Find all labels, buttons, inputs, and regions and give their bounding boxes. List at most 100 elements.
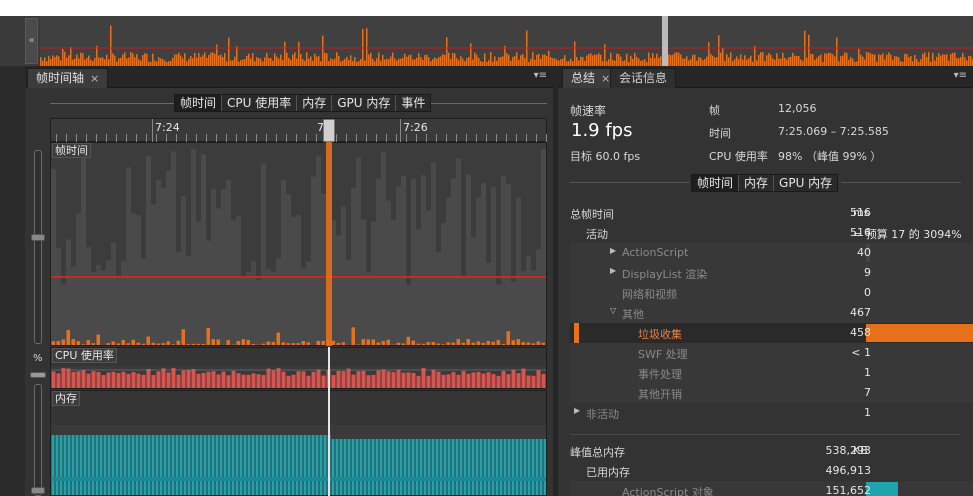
- memory-bar: [203, 435, 207, 495]
- playhead-handle[interactable]: [323, 119, 335, 142]
- summary-row[interactable]: 总帧时间 516 ms: [570, 203, 973, 223]
- time-label: 时间: [709, 127, 731, 140]
- overview-bar: [144, 53, 146, 66]
- summary-row[interactable]: ▶ ActionScript 40: [570, 243, 973, 263]
- frame-zoom-slider[interactable]: [34, 150, 42, 344]
- summary-tab-frametime[interactable]: 帧时间: [692, 175, 740, 191]
- summary-row[interactable]: 峰值总内存 538,293 KB: [570, 441, 973, 461]
- memory-bar: [63, 435, 67, 495]
- panel-menu-icon[interactable]: ▾≡: [534, 70, 547, 81]
- close-icon[interactable]: ×: [90, 72, 99, 85]
- frame-background-bar: [426, 210, 431, 345]
- overview-bar: [444, 54, 446, 66]
- ruler-minor-tick: [146, 134, 147, 142]
- memory-bar: [343, 439, 347, 495]
- frame-time-bar: [446, 342, 450, 345]
- tab-frame-timeline[interactable]: 帧时间轴 ×: [27, 68, 109, 88]
- memory-chart: [51, 391, 546, 495]
- summary-row[interactable]: 网络和视频 0: [570, 283, 973, 303]
- overview-bar: [318, 55, 320, 66]
- summary-row[interactable]: 活动 516 = 预算 17 的 3094%: [570, 223, 973, 243]
- overview-bar: [184, 53, 186, 66]
- overview-bar: [324, 52, 326, 66]
- cpu-chart: [51, 348, 546, 388]
- overview-bar: [118, 58, 120, 66]
- summary-row[interactable]: ▶ DisplayList 渲染 9: [570, 263, 973, 283]
- view-tab-events[interactable]: 事件: [396, 95, 430, 111]
- cpu-scale-thumb[interactable]: [30, 372, 46, 378]
- summary-tab-memory[interactable]: 内存: [739, 175, 775, 191]
- frame-background-bar: [231, 220, 236, 345]
- overview-track[interactable]: [40, 16, 973, 66]
- frame-background-bar: [466, 174, 471, 345]
- memory-zoom-slider-thumb[interactable]: [31, 487, 45, 494]
- memory-bar: [535, 439, 539, 495]
- overview-bar: [126, 58, 128, 66]
- summary-row[interactable]: ▶ 非活动 1: [570, 403, 973, 423]
- memory-bar: [179, 435, 183, 495]
- overview-bar: [424, 55, 426, 66]
- memory-bar: [207, 435, 211, 495]
- overview-bar: [520, 55, 522, 66]
- view-tab-memory[interactable]: 内存: [297, 95, 333, 111]
- frame-background-bar: [521, 270, 526, 345]
- frame-zoom-slider-thumb[interactable]: [31, 234, 45, 241]
- memory-bar: [479, 439, 483, 495]
- memory-bar: [131, 435, 135, 495]
- overview-bar: [952, 52, 954, 66]
- frame-time-bar: [361, 339, 365, 345]
- panel-menu-icon[interactable]: ▾≡: [954, 70, 967, 81]
- frame-background-bar: [166, 170, 171, 345]
- view-tab-frametime[interactable]: 帧时间: [175, 95, 223, 111]
- summary-row[interactable]: 已用内存 496,913: [570, 461, 973, 481]
- summary-row[interactable]: 垃圾收集 458: [570, 323, 973, 343]
- frame-background-bar: [161, 188, 166, 345]
- summary-row[interactable]: SWF 处理 < 1: [570, 343, 973, 363]
- frame-background-bar: [196, 221, 201, 345]
- frame-time-bar: [486, 340, 490, 345]
- memory-bar: [151, 435, 155, 495]
- summary-tab-gpu-memory[interactable]: GPU 内存: [774, 175, 837, 191]
- collapse-button[interactable]: «: [25, 18, 38, 64]
- overview-bar: [288, 57, 290, 66]
- memory-bar: [139, 435, 143, 495]
- frame-time-bar: [521, 342, 525, 345]
- tab-session-info[interactable]: 会话信息: [610, 68, 677, 88]
- frame-time-bar: [81, 344, 85, 345]
- view-tab-gpu-memory[interactable]: GPU 内存: [332, 95, 397, 111]
- overview-chart: [40, 16, 973, 66]
- memory-lane[interactable]: 内存: [50, 390, 547, 496]
- view-tab-cpu[interactable]: CPU 使用率: [222, 95, 298, 111]
- overview-bar: [938, 53, 940, 66]
- memory-bar: [255, 435, 259, 495]
- summary-row[interactable]: 事件处理 1: [570, 363, 973, 383]
- summary-row[interactable]: ActionScript 对象 151,652: [570, 481, 973, 496]
- overview-bar: [194, 52, 196, 66]
- frame-background-bar: [431, 162, 436, 345]
- overview-bar: [780, 58, 782, 66]
- memory-bar: [459, 439, 463, 495]
- overview-bar: [898, 57, 900, 66]
- close-icon[interactable]: ×: [601, 72, 610, 85]
- overview-bar: [694, 54, 696, 66]
- cpu-bar: [281, 371, 286, 388]
- memory-zoom-slider[interactable]: [34, 384, 42, 496]
- summary-row[interactable]: 其他开销 7: [570, 383, 973, 403]
- summary-row[interactable]: ▽ 其他 467: [570, 303, 973, 323]
- memory-bar: [183, 435, 187, 495]
- expand-arrow-icon[interactable]: ▶: [610, 266, 616, 275]
- overview-bar: [874, 54, 876, 66]
- frame-time-lane[interactable]: 帧时间: [50, 142, 547, 346]
- expand-arrow-icon[interactable]: ▶: [574, 406, 580, 415]
- summary-view-tabs: 帧时间 内存 GPU 内存: [691, 174, 839, 192]
- time-ruler[interactable]: 7:24 7 7:26: [50, 118, 547, 142]
- overview-bar: [654, 58, 656, 66]
- cpu-lane[interactable]: CPU 使用率: [50, 347, 547, 389]
- ruler-label-724: 7:24: [155, 121, 180, 134]
- selected-frame-marker[interactable]: [326, 142, 332, 346]
- overview-bar: [200, 57, 202, 66]
- overview-timeline[interactable]: «: [0, 16, 973, 66]
- expand-arrow-icon[interactable]: ▶: [610, 246, 616, 255]
- ruler-minor-tick: [396, 134, 397, 142]
- expanded-arrow-icon[interactable]: ▽: [610, 306, 616, 315]
